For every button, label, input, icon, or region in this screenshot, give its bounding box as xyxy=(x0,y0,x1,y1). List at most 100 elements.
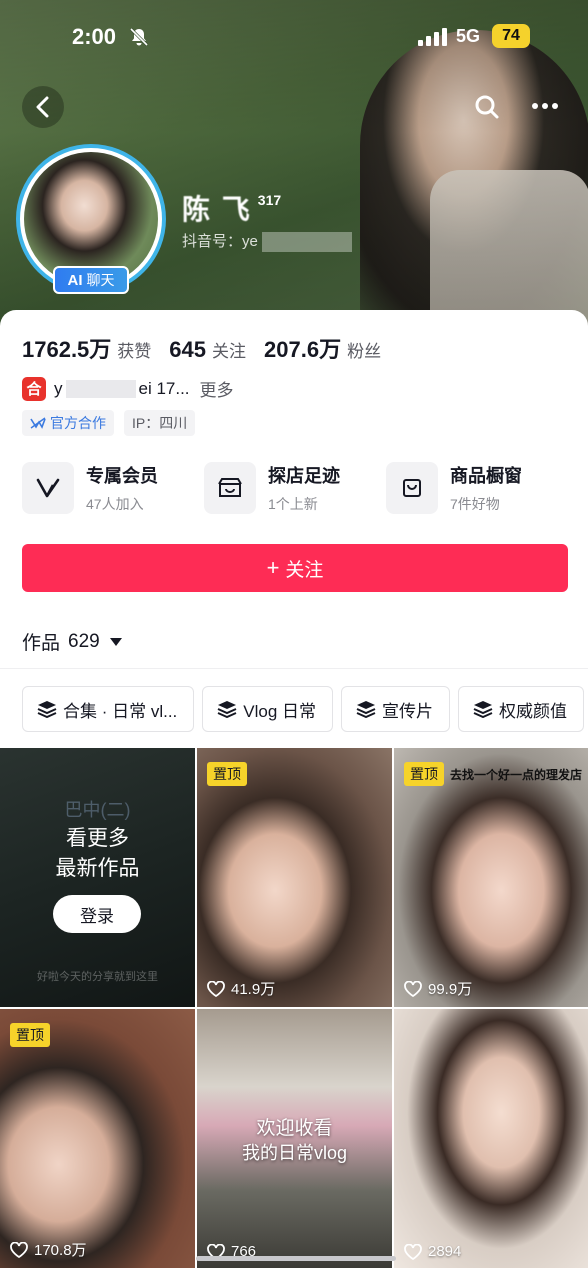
like-count-value: 41.9万 xyxy=(231,981,276,998)
profile-page: 2:00 5G 74 AI 聊天 陈 飞 317 抖音号：ye 1762.5万 … xyxy=(0,0,588,1268)
bio-text-start: y xyxy=(54,378,63,398)
status-time: 2:00 xyxy=(72,24,117,49)
tags-row: 官方合作 IP：四川 xyxy=(22,410,205,436)
chip-label: 权威颜值 xyxy=(499,701,568,721)
handshake-icon xyxy=(30,417,46,429)
like-count-value: 2894 xyxy=(428,1243,462,1260)
video-thumbnail[interactable]: 置顶 170.8万 xyxy=(0,1009,195,1268)
like-count: 41.9万 xyxy=(207,978,275,999)
video-thumbnail[interactable]: 置顶 去找一个好一点的理发店 99.9万 xyxy=(394,748,588,1007)
membership-sub: 47人加入 xyxy=(86,496,144,512)
chip-vlog-daily[interactable]: Vlog 日常 xyxy=(202,686,334,732)
like-count: 170.8万 xyxy=(10,1239,87,1260)
feature-store-visits[interactable]: 探店足迹 1个上新 xyxy=(204,462,340,514)
follow-button[interactable]: + 关注 xyxy=(22,544,568,592)
heart-icon xyxy=(404,1243,422,1260)
douyin-id[interactable]: 抖音号：ye xyxy=(182,230,352,253)
following-label[interactable]: 关注 xyxy=(212,337,246,362)
following-count[interactable]: 645 xyxy=(169,337,206,363)
layers-icon xyxy=(217,701,237,718)
layers-icon xyxy=(473,701,493,718)
feature-product-showcase[interactable]: 商品橱窗 7件好物 xyxy=(386,462,522,514)
network-type: 5G xyxy=(456,26,481,46)
works-label: 作品 xyxy=(22,633,61,654)
store-icon xyxy=(204,462,256,514)
profile-name-suffix: 317 xyxy=(257,192,282,208)
home-indicator[interactable] xyxy=(196,1256,396,1261)
search-button[interactable] xyxy=(470,90,504,124)
bio-more-link[interactable]: 更多 xyxy=(200,376,234,401)
showcase-sub: 7件好物 xyxy=(450,496,500,512)
heart-icon xyxy=(404,980,422,997)
video-title-overlay: 去找一个好一点的理发店 xyxy=(450,768,583,782)
video-thumbnail[interactable]: 2894 xyxy=(394,1009,588,1268)
bio-text-end: ei 17... xyxy=(138,378,190,398)
ip-location-tag: IP：四川 xyxy=(124,410,196,436)
chevron-left-icon xyxy=(36,96,49,118)
heart-icon xyxy=(10,1241,28,1258)
ip-location-label: IP：四川 xyxy=(132,415,188,431)
profile-cover: 2:00 5G 74 AI 聊天 陈 飞 317 抖音号：ye xyxy=(0,0,588,330)
video-caption-line2: 我的日常vlog xyxy=(241,1143,348,1163)
followers-count[interactable]: 207.6万 xyxy=(264,332,341,364)
bag-icon xyxy=(386,462,438,514)
search-icon xyxy=(475,95,499,119)
promo-line1: 看更多 xyxy=(66,827,129,850)
promo-line2: 最新作品 xyxy=(55,857,140,880)
video-caption-line1: 欢迎收看 xyxy=(256,1118,333,1139)
chip-label: Vlog 日常 xyxy=(243,701,317,721)
like-count: 2894 xyxy=(404,1243,461,1260)
login-promo-cell: 巴中(二) 看更多 最新作品 登录 好啦今天的分享就到这里 xyxy=(0,748,195,1007)
follow-label: 关注 xyxy=(285,559,324,581)
stats-row: 1762.5万 获赞 645 关注 207.6万 粉丝 xyxy=(22,332,399,364)
chip-collection-daily[interactable]: 合集 · 日常 vl... xyxy=(22,686,195,732)
layers-icon xyxy=(356,701,376,718)
pinned-badge: 置顶 xyxy=(404,762,444,786)
promo-watermark: 巴中(二) xyxy=(64,800,131,820)
feature-membership[interactable]: 专属会员 47人加入 xyxy=(22,462,158,514)
layers-icon xyxy=(37,701,57,718)
chip-promo-video[interactable]: 宣传片 xyxy=(341,686,451,732)
video-thumbnail[interactable]: 欢迎收看 我的日常vlog 766 xyxy=(197,1009,392,1268)
login-button[interactable]: 登录 xyxy=(53,895,141,933)
status-bar: 2:00 5G 74 xyxy=(0,20,588,56)
pinned-badge: 置顶 xyxy=(207,762,247,786)
like-count: 99.9万 xyxy=(404,978,472,999)
heart-icon xyxy=(207,980,225,997)
plus-icon: + xyxy=(266,555,280,580)
store-visits-title: 探店足迹 xyxy=(268,466,340,486)
like-count-value: 170.8万 xyxy=(34,1242,87,1259)
douyin-id-label: 抖音号：ye xyxy=(182,233,258,250)
collab-icon: 合 xyxy=(22,376,46,401)
caret-down-icon xyxy=(109,637,122,646)
feature-row: 专属会员 47人加入 探店足迹 1个上新 商品橱窗 7件好物 xyxy=(22,462,572,518)
likes-count: 1762.5万 xyxy=(22,337,112,362)
collection-chips: 合集 · 日常 vl... Vlog 日常 宣传片 权威颜值 xyxy=(22,686,588,732)
works-count: 629 xyxy=(68,630,100,652)
video-thumbnail[interactable]: 置顶 41.9万 xyxy=(197,748,392,1007)
likes-label: 获赞 xyxy=(117,342,152,361)
chip-label: 合集 · 日常 vl... xyxy=(63,701,178,721)
official-collab-tag[interactable]: 官方合作 xyxy=(22,410,114,436)
id-redaction xyxy=(261,232,352,253)
ai-badge-text: 聊天 xyxy=(86,272,115,288)
chip-authority-looks[interactable]: 权威颜值 xyxy=(458,686,585,732)
promo-caption: 好啦今天的分享就到这里 xyxy=(37,971,158,983)
more-dots-icon xyxy=(532,103,558,109)
official-collab-label: 官方合作 xyxy=(50,415,106,431)
membership-v-icon xyxy=(22,462,74,514)
more-button[interactable] xyxy=(528,94,562,118)
ai-chat-badge[interactable]: AI 聊天 xyxy=(53,266,129,294)
profile-name: 陈 飞 xyxy=(182,194,252,225)
followers-label[interactable]: 粉丝 xyxy=(347,337,381,362)
back-button[interactable] xyxy=(22,86,64,128)
video-grid: 巴中(二) 看更多 最新作品 登录 好啦今天的分享就到这里 置顶 41.9万 置… xyxy=(0,748,588,1268)
works-tab[interactable]: 作品 629 xyxy=(22,628,122,655)
bio-redaction xyxy=(65,379,136,398)
bio-row: 合 y ei 17... 更多 xyxy=(22,376,234,401)
divider xyxy=(0,668,588,669)
like-count-value: 99.9万 xyxy=(428,981,473,998)
showcase-title: 商品橱窗 xyxy=(450,466,522,486)
battery-indicator: 74 xyxy=(492,24,530,48)
chip-label: 宣传片 xyxy=(382,701,434,721)
